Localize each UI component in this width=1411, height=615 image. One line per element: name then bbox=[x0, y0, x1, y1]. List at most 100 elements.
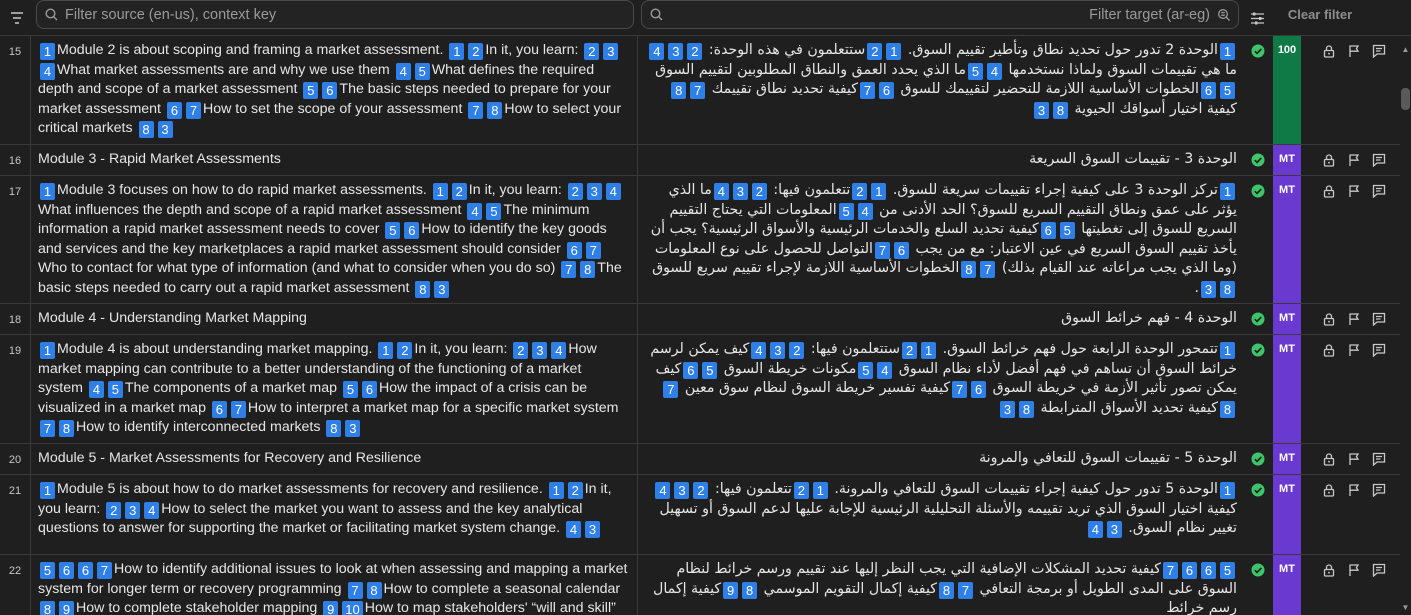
lock-icon[interactable] bbox=[1322, 563, 1336, 577]
placeholder-tag[interactable]: 4 bbox=[986, 62, 1002, 80]
placeholder-tag[interactable]: 7 bbox=[468, 101, 484, 119]
placeholder-tag[interactable]: 3 bbox=[125, 501, 141, 519]
placeholder-tag[interactable]: 9 bbox=[59, 601, 74, 615]
placeholder-tag[interactable]: 7 bbox=[663, 381, 679, 398]
placeholder-tag[interactable]: 1 bbox=[812, 482, 828, 499]
confirmed-check-icon[interactable] bbox=[1243, 145, 1273, 175]
placeholder-tag[interactable]: 7 bbox=[347, 581, 363, 599]
target-text-cell[interactable]: 1تتمحور الوحدة الرابعة حول فهم خرائط الس… bbox=[638, 335, 1243, 443]
placeholder-tag[interactable]: 5 bbox=[858, 361, 874, 379]
placeholder-tag[interactable]: 4 bbox=[751, 342, 767, 359]
source-text-cell[interactable]: Module 4 - Understanding Market Mapping bbox=[30, 304, 638, 334]
placeholder-tag[interactable]: 8 bbox=[961, 261, 977, 278]
placeholder-tag[interactable]: 5 bbox=[838, 202, 854, 220]
placeholder-tag[interactable]: 7 bbox=[952, 381, 968, 398]
lock-icon[interactable] bbox=[1322, 44, 1336, 58]
placeholder-tag[interactable]: 3 bbox=[345, 420, 361, 437]
placeholder-tag[interactable]: 6 bbox=[361, 381, 377, 398]
flag-icon[interactable] bbox=[1347, 184, 1361, 198]
placeholder-tag[interactable]: 6 bbox=[322, 82, 338, 99]
placeholder-tag[interactable]: 5 bbox=[342, 381, 358, 398]
placeholder-tag[interactable]: 3 bbox=[1033, 101, 1049, 119]
placeholder-tag[interactable]: 2 bbox=[468, 43, 484, 60]
placeholder-tag[interactable]: 3 bbox=[1000, 400, 1015, 418]
placeholder-tag[interactable]: 7 bbox=[40, 420, 55, 437]
placeholder-tag[interactable]: 7 bbox=[875, 241, 891, 259]
placeholder-tag[interactable]: 6 bbox=[166, 101, 182, 119]
placeholder-tag[interactable]: 6 bbox=[971, 381, 987, 398]
placeholder-tag[interactable]: 1 bbox=[378, 342, 394, 359]
placeholder-tag[interactable]: 1 bbox=[921, 342, 937, 359]
placeholder-tag[interactable]: 5 bbox=[385, 222, 401, 239]
placeholder-tag[interactable]: 2 bbox=[789, 342, 805, 359]
placeholder-tag[interactable]: 6 bbox=[1040, 222, 1056, 239]
confirmed-check-icon[interactable] bbox=[1243, 335, 1273, 443]
flag-icon[interactable] bbox=[1347, 44, 1361, 58]
confirmed-check-icon[interactable] bbox=[1243, 304, 1273, 334]
placeholder-tag[interactable]: 3 bbox=[157, 121, 173, 138]
lock-icon[interactable] bbox=[1322, 483, 1336, 497]
source-filter-input[interactable] bbox=[65, 6, 633, 23]
comment-icon[interactable] bbox=[1372, 343, 1386, 357]
placeholder-tag[interactable]: 7 bbox=[585, 241, 601, 259]
placeholder-tag[interactable]: 7 bbox=[690, 82, 706, 99]
placeholder-tag[interactable]: 8 bbox=[1220, 400, 1235, 418]
scrollbar-thumb[interactable] bbox=[1401, 88, 1410, 110]
placeholder-tag[interactable]: 10 bbox=[342, 601, 363, 615]
placeholder-tag[interactable]: 1 bbox=[1220, 342, 1235, 359]
confirmed-check-icon[interactable] bbox=[1243, 444, 1273, 474]
confirmed-check-icon[interactable] bbox=[1243, 36, 1273, 144]
placeholder-tag[interactable]: 6 bbox=[1201, 562, 1216, 579]
source-text-cell[interactable]: 1 Module 5 is about how to do market asse… bbox=[30, 475, 638, 554]
target-filter-field[interactable] bbox=[641, 0, 1239, 29]
sort-icon[interactable] bbox=[3, 4, 31, 32]
placeholder-tag[interactable]: 1 bbox=[1220, 183, 1235, 200]
table-row[interactable]: 16 Module 3 - Rapid Market Assessments الو… bbox=[0, 145, 1400, 176]
placeholder-tag[interactable]: 5 bbox=[40, 562, 55, 579]
placeholder-tag[interactable]: 9 bbox=[323, 601, 339, 615]
placeholder-tag[interactable]: 8 bbox=[1052, 101, 1068, 119]
placeholder-tag[interactable]: 8 bbox=[415, 280, 431, 298]
placeholder-tag[interactable]: 3 bbox=[586, 183, 602, 200]
table-row[interactable]: 21 1 Module 5 is about how to do market as… bbox=[0, 475, 1400, 555]
flag-icon[interactable] bbox=[1347, 563, 1361, 577]
target-text-cell[interactable]: 1الوحدة 2 تدور حول تحديد نطاق وتأطير تقي… bbox=[638, 36, 1243, 144]
placeholder-tag[interactable]: 3 bbox=[603, 43, 619, 60]
placeholder-tag[interactable]: 5 bbox=[1059, 222, 1075, 239]
placeholder-tag[interactable]: 6 bbox=[1201, 82, 1216, 99]
search-options-icon[interactable] bbox=[1210, 8, 1238, 22]
placeholder-tag[interactable]: 6 bbox=[1182, 562, 1197, 579]
placeholder-tag[interactable]: 4 bbox=[655, 482, 671, 499]
placeholder-tag[interactable]: 1 bbox=[40, 183, 55, 200]
placeholder-tag[interactable]: 2 bbox=[106, 501, 122, 519]
placeholder-tag[interactable]: 1 bbox=[1220, 482, 1235, 499]
placeholder-tag[interactable]: 2 bbox=[693, 482, 709, 499]
placeholder-tag[interactable]: 3 bbox=[668, 43, 684, 60]
flag-icon[interactable] bbox=[1347, 312, 1361, 326]
placeholder-tag[interactable]: 4 bbox=[88, 381, 104, 398]
target-text-cell[interactable]: الوحدة 5 - تقييمات السوق للتعافي والمرون… bbox=[638, 444, 1243, 474]
placeholder-tag[interactable]: 5 bbox=[1220, 82, 1235, 99]
placeholder-tag[interactable]: 3 bbox=[674, 482, 690, 499]
placeholder-tag[interactable]: 7 bbox=[860, 82, 876, 99]
placeholder-tag[interactable]: 7 bbox=[230, 400, 246, 418]
placeholder-tag[interactable]: 1 bbox=[548, 482, 564, 499]
placeholder-tag[interactable]: 4 bbox=[144, 501, 160, 519]
confirmed-check-icon[interactable] bbox=[1243, 555, 1273, 615]
placeholder-tag[interactable]: 5 bbox=[967, 62, 983, 80]
placeholder-tag[interactable]: 8 bbox=[138, 121, 154, 138]
placeholder-tag[interactable]: 2 bbox=[451, 183, 467, 200]
confirmed-check-icon[interactable] bbox=[1243, 176, 1273, 303]
target-filter-input[interactable] bbox=[670, 6, 1210, 23]
source-text-cell[interactable]: 1 Module 4 is about understanding market … bbox=[30, 335, 638, 443]
placeholder-tag[interactable]: 3 bbox=[584, 521, 600, 538]
placeholder-tag[interactable]: 1 bbox=[432, 183, 448, 200]
placeholder-tag[interactable]: 3 bbox=[1106, 521, 1122, 538]
placeholder-tag[interactable]: 2 bbox=[867, 43, 883, 60]
placeholder-tag[interactable]: 7 bbox=[980, 261, 996, 278]
placeholder-tag[interactable]: 6 bbox=[879, 82, 895, 99]
table-row[interactable]: 20 Module 5 - Market Assessments for Reco… bbox=[0, 444, 1400, 475]
placeholder-tag[interactable]: 6 bbox=[59, 562, 74, 579]
placeholder-tag[interactable]: 4 bbox=[713, 183, 729, 200]
placeholder-tag[interactable]: 2 bbox=[852, 183, 868, 200]
